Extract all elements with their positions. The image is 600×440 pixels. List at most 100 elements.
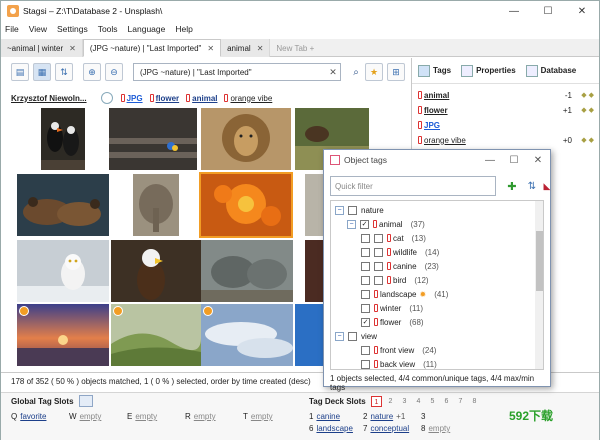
deck-page-1[interactable]: 1 xyxy=(371,396,382,407)
maximize-button[interactable]: ☐ xyxy=(502,155,526,166)
deck-page-5[interactable]: 5 xyxy=(427,396,438,407)
tree-node[interactable]: front view (24) xyxy=(361,343,436,357)
tag-pill[interactable]: JPG xyxy=(120,94,143,103)
global-slot-q[interactable]: Qfavorite xyxy=(11,412,46,421)
deck-page-8[interactable]: 8 xyxy=(469,396,480,407)
global-slots-heading: Global Tag Slots xyxy=(11,397,74,406)
deck-page-6[interactable]: 6 xyxy=(441,396,452,407)
remove-tag-icon[interactable]: ◣ xyxy=(542,176,552,196)
deck-slot-1[interactable]: 1 canine xyxy=(309,412,340,421)
tab-animal-winter[interactable]: ~animal | winter ✕ xyxy=(1,39,83,57)
tree-node[interactable]: − view xyxy=(335,329,377,343)
watermark-logo: 592下载 xyxy=(509,409,554,423)
quick-filter-input[interactable]: Quick filter xyxy=(330,176,496,196)
thumbnail-partial[interactable] xyxy=(305,174,325,236)
author-link[interactable]: Krzysztof Niewoln... xyxy=(11,94,87,103)
title-bar: Stagsi – Z:\T\Database 2 - Unsplash\ — ☐… xyxy=(1,1,599,21)
minimize-button[interactable]: — xyxy=(478,155,502,166)
deck-page-4[interactable]: 4 xyxy=(413,396,424,407)
thumbnail-partial[interactable] xyxy=(305,240,325,302)
tag-tree: − nature − ✓ animal (37) cat (13) wildlife (14… xyxy=(330,200,544,370)
tab-database[interactable]: Database xyxy=(525,64,576,77)
refresh-icon[interactable] xyxy=(100,92,113,104)
tree-node[interactable]: bird (12) xyxy=(361,273,429,287)
list-view-icon[interactable]: ▤ xyxy=(11,63,29,81)
menu-view[interactable]: View xyxy=(29,24,47,34)
thumbnail-rhinos[interactable] xyxy=(201,240,293,302)
search-input[interactable]: (JPG ~nature) | "Last Imported" ✕ xyxy=(133,63,341,81)
thumbnail-lion[interactable] xyxy=(201,108,291,170)
deck-page-7[interactable]: 7 xyxy=(455,396,466,407)
deck-page-3[interactable]: 3 xyxy=(399,396,410,407)
tag-pill[interactable]: orange vibe xyxy=(224,94,272,103)
tab-jpg-nature[interactable]: (JPG ~nature) | "Last Imported" ✕ xyxy=(82,39,222,57)
tag-row[interactable]: flower +1 ◆ ◆ xyxy=(418,103,594,117)
thumbnail-puffins[interactable] xyxy=(41,108,85,170)
menu-language[interactable]: Language xyxy=(128,24,166,34)
tab-tags[interactable]: Tags xyxy=(418,64,451,77)
tag-pill[interactable]: animal xyxy=(186,94,217,103)
tree-node[interactable]: ✓ flower (68) xyxy=(361,315,424,329)
dialog-title: Object tags xyxy=(344,155,387,165)
globe-icon[interactable] xyxy=(79,395,93,407)
zoom-out-icon[interactable]: ⊖ xyxy=(105,63,123,81)
tree-node[interactable]: back view (11) xyxy=(361,357,437,369)
grid-icon[interactable]: ⊞ xyxy=(387,63,405,81)
tree-node[interactable]: cat (13) xyxy=(361,231,426,245)
star-icon[interactable]: ★ xyxy=(365,63,383,81)
add-tag-icon[interactable]: ✚ xyxy=(502,176,522,196)
thumbnail-snowy-owl[interactable] xyxy=(17,240,109,302)
thumbnail-elephant[interactable] xyxy=(133,174,179,236)
zoom-in-icon[interactable]: ⊕ xyxy=(83,63,101,81)
minimize-button[interactable]: — xyxy=(497,1,531,21)
deck-page-2[interactable]: 2 xyxy=(385,396,396,407)
sort-tags-icon[interactable]: ⇅ xyxy=(522,176,542,196)
tree-node[interactable]: winter (11) xyxy=(361,301,423,315)
sort-order-icon[interactable]: ⇅ xyxy=(55,63,73,81)
global-slot-r[interactable]: Rempty xyxy=(185,412,216,421)
close-button[interactable]: ✕ xyxy=(526,155,550,166)
deck-slot-7[interactable]: 7 conceptual xyxy=(363,424,409,433)
tree-node[interactable]: − ✓ animal (37) xyxy=(347,217,425,231)
global-slot-w[interactable]: Wempty xyxy=(69,412,101,421)
tab-animal[interactable]: animal ✕ xyxy=(221,39,271,57)
tree-node[interactable]: landscape ✹ (41) xyxy=(361,287,448,301)
deck-slot-8[interactable]: 8 empty xyxy=(421,424,450,433)
thumbnail-partial[interactable] xyxy=(295,304,325,366)
tree-node[interactable]: wildlife (14) xyxy=(361,245,439,259)
thumbnail-view-icon[interactable]: ▦ xyxy=(33,63,51,81)
thumbnail-eagle[interactable] xyxy=(111,240,201,302)
menu-settings[interactable]: Settings xyxy=(57,24,88,34)
global-slot-e[interactable]: Eempty xyxy=(127,412,157,421)
close-icon[interactable]: ✕ xyxy=(257,44,264,53)
deck-slot-2[interactable]: 2 nature +1 xyxy=(363,412,405,421)
right-panel-tabs: Tags Properties Database xyxy=(412,58,599,84)
close-button[interactable]: ✕ xyxy=(565,1,599,21)
thumbnail-bird-bench[interactable] xyxy=(109,108,197,170)
tag-icon xyxy=(120,94,125,102)
tree-node[interactable]: − nature xyxy=(335,203,384,217)
thumbnail-ducks[interactable] xyxy=(17,174,109,236)
maximize-button[interactable]: ☐ xyxy=(531,1,565,21)
close-icon[interactable]: ✕ xyxy=(207,44,214,53)
new-tab-button[interactable]: New Tab + xyxy=(270,39,320,57)
thumbnail-orange-flower[interactable] xyxy=(199,172,293,238)
tab-properties[interactable]: Properties xyxy=(461,64,516,77)
binoculars-icon[interactable]: ⌕ xyxy=(347,63,365,81)
tag-row[interactable]: orange vibe +0 ◆ ◆ xyxy=(418,133,594,147)
tag-icon xyxy=(224,94,229,102)
deck-slot-6[interactable]: 6 landscape xyxy=(309,424,353,433)
tag-pill[interactable]: flower xyxy=(149,94,179,103)
menu-help[interactable]: Help xyxy=(175,24,192,34)
deck-slot-3[interactable]: 3 xyxy=(421,412,428,421)
global-slot-t[interactable]: Tempty xyxy=(243,412,273,421)
close-icon[interactable]: ✕ xyxy=(69,44,76,53)
tag-row[interactable]: JPG xyxy=(418,118,594,132)
tag-row[interactable]: animal -1 ◆ ◆ xyxy=(418,88,594,102)
tree-scrollbar[interactable] xyxy=(535,201,543,369)
menu-file[interactable]: File xyxy=(5,24,19,34)
clear-search-icon[interactable]: ✕ xyxy=(326,67,340,78)
tree-node[interactable]: canine (23) xyxy=(361,259,439,273)
tag-icon xyxy=(186,94,191,102)
menu-tools[interactable]: Tools xyxy=(98,24,118,34)
